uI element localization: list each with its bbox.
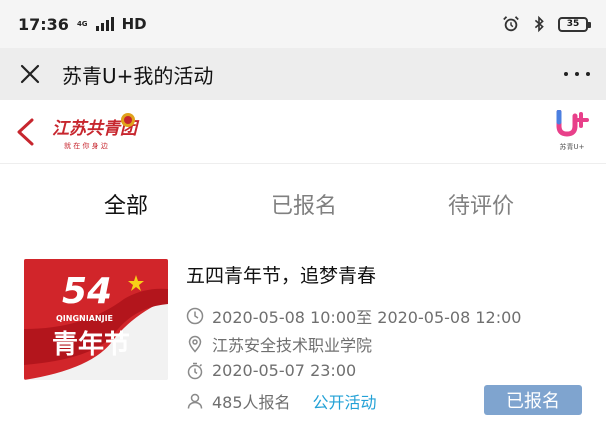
tab-registered[interactable]: 已报名 — [252, 188, 356, 220]
stopwatch-icon — [187, 362, 203, 379]
page-title: 苏青U+我的活动 — [62, 63, 214, 88]
activity-time-range: 2020-05-08 10:00至 2020-05-08 12:00 — [212, 308, 522, 327]
app-header: 江苏共青团 就 在 你 身 边 苏青U+ — [0, 100, 606, 164]
activity-location: 江苏安全技术职业学院 — [212, 336, 373, 355]
more-menu-icon[interactable] — [562, 62, 592, 86]
activity-tabs: 全部 已报名 待评价 — [0, 164, 606, 244]
svg-text:就 在 你 身 边: 就 在 你 身 边 — [64, 141, 108, 150]
bluetooth-icon — [534, 15, 544, 33]
jiangsu-youth-league-logo: 江苏共青团 就 在 你 身 边 — [52, 112, 140, 150]
person-icon — [187, 393, 203, 409]
activity-time-row: 2020-05-08 10:00至 2020-05-08 12:00 — [186, 304, 521, 328]
location-pin-icon — [188, 335, 202, 353]
suqing-u-logo: 苏青U+ — [552, 109, 592, 154]
status-right: 35 — [502, 15, 591, 33]
battery-icon: 35 — [558, 16, 591, 32]
registered-status-button[interactable]: 已报名 — [484, 385, 582, 415]
close-icon[interactable] — [18, 62, 42, 86]
activity-card[interactable]: 54 QINGNIANJIE 青年节 五四青年节，追梦青春 2020-05-08… — [0, 244, 606, 433]
status-bar: 17:36 4G HD 35 — [0, 0, 606, 48]
clock-icon — [186, 307, 204, 325]
signal-icon — [95, 17, 114, 31]
activity-cover-image: 54 QINGNIANJIE 青年节 — [24, 259, 168, 380]
activity-location-row: 江苏安全技术职业学院 — [186, 332, 372, 356]
alarm-icon — [503, 16, 519, 32]
activity-deadline-row: 2020-05-07 23:00 — [186, 361, 356, 380]
suqing-u-mark — [556, 109, 589, 137]
activity-signup-row: 485人报名 公开活动 — [186, 389, 377, 413]
svg-text:青年节: 青年节 — [52, 329, 130, 360]
status-time: 17:36 — [18, 14, 69, 34]
activity-deadline: 2020-05-07 23:00 — [212, 361, 357, 380]
activity-title: 五四青年节，追梦青春 — [186, 265, 377, 287]
svg-text:54: 54 — [62, 271, 112, 312]
public-activity-tag: 公开活动 — [312, 393, 377, 412]
network-type: 4G — [76, 19, 88, 28]
svg-text:QINGNIANJIE: QINGNIANJIE — [56, 314, 113, 323]
tab-pending-review[interactable]: 待评价 — [356, 188, 606, 220]
hd-indicator: HD — [121, 15, 147, 33]
signup-count: 485人报名 — [212, 393, 291, 412]
tab-all[interactable]: 全部 — [0, 188, 252, 220]
suqing-u-label: 苏青U+ — [559, 142, 585, 151]
title-bar: 苏青U+我的活动 — [0, 48, 606, 100]
status-left: 17:36 4G HD — [18, 15, 147, 34]
back-arrow-icon[interactable] — [14, 117, 38, 147]
